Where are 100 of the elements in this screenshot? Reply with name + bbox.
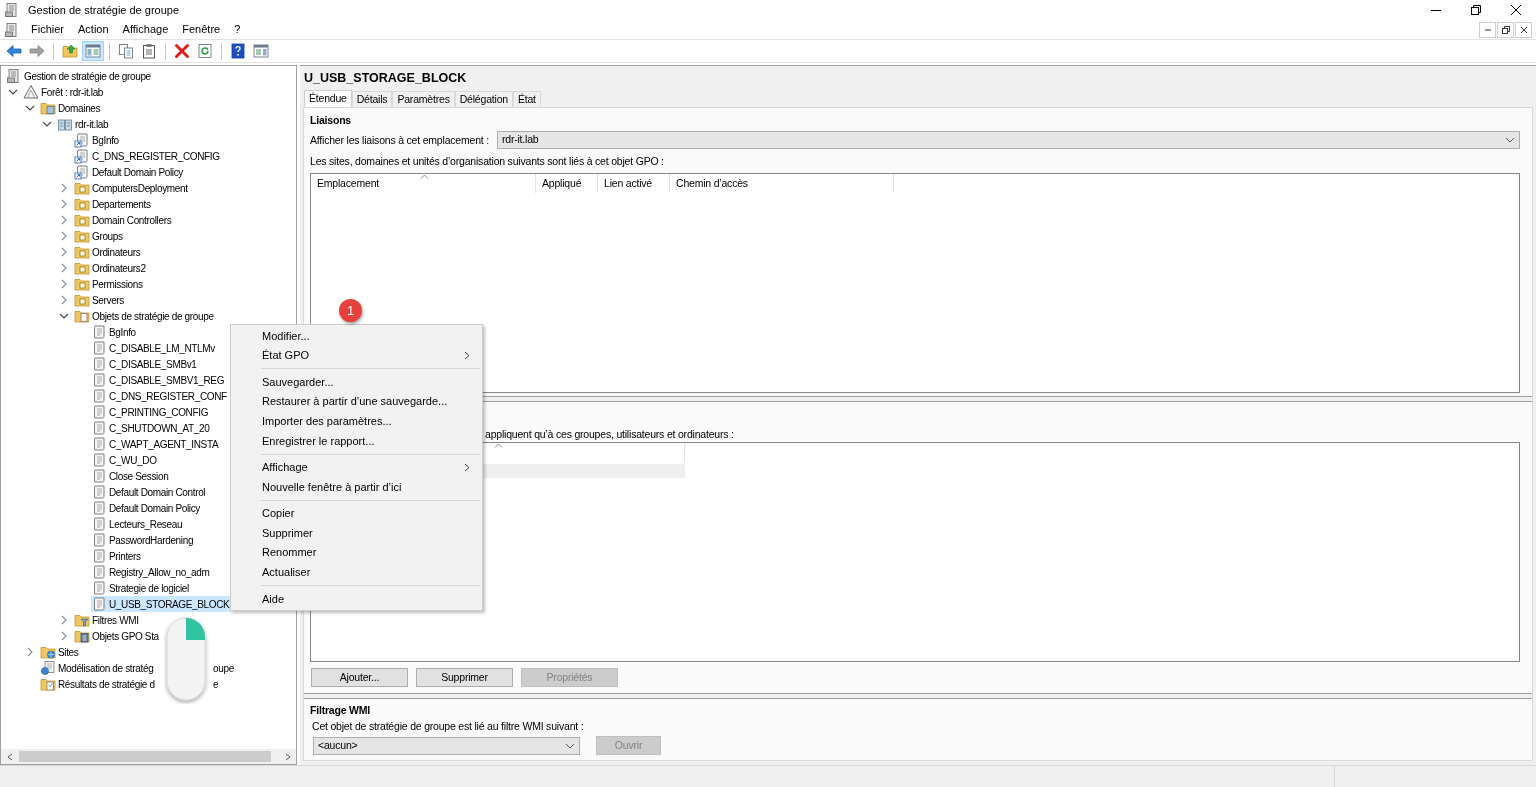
tree-item[interactable]: Default Domain Policy <box>74 164 186 180</box>
scroll-icon <box>91 564 107 580</box>
tree-item[interactable]: Objets de stratégie de groupe <box>74 308 216 324</box>
scroll-right-icon[interactable] <box>283 752 292 761</box>
forward-arrow-icon <box>29 43 45 59</box>
tree-item[interactable]: C_DISABLE_SMBV1_REG <box>91 372 227 388</box>
menu-item[interactable]: Importer des paramètres... <box>233 411 480 431</box>
tree-item[interactable]: Permissions <box>74 276 145 292</box>
menu-item[interactable]: Modifier... <box>233 326 480 346</box>
tree-item[interactable]: C_DNS_REGISTER_CONFIG <box>74 148 222 164</box>
folder-icon <box>74 196 90 212</box>
menu-item[interactable]: Affichage <box>115 21 176 38</box>
menu-item[interactable]: Aide <box>233 589 480 609</box>
tree-item[interactable]: C_DNS_REGISTER_CONF <box>91 388 229 404</box>
triangle-icon <box>23 84 39 100</box>
tab[interactable]: Étendue <box>304 90 352 107</box>
tree-item[interactable]: Groups <box>74 228 125 244</box>
show-tree-button[interactable] <box>82 41 104 61</box>
tree-item[interactable]: Modélisation de stratég <box>40 660 156 676</box>
tree-item[interactable]: Domaines <box>40 100 103 116</box>
tab[interactable]: État <box>512 91 541 107</box>
tree-item[interactable]: C_WU_DO <box>91 452 159 468</box>
menu-item[interactable]: Action <box>71 21 116 38</box>
minimize-icon <box>1484 28 1491 31</box>
tree-item[interactable]: Lecteurs_Reseau <box>91 516 185 532</box>
tree-item[interactable]: BgInfo <box>74 132 121 148</box>
tree-item[interactable]: Gestion de stratégie de groupe <box>6 68 153 84</box>
restore-button[interactable] <box>1497 21 1514 38</box>
tree-item[interactable]: C_PRINTING_CONFIG <box>91 404 211 420</box>
tree-item[interactable]: U_USB_STORAGE_BLOCK <box>91 596 232 612</box>
tree-item[interactable]: Registry_Allow_no_adm <box>91 564 212 580</box>
tree-item[interactable]: Default Domain Policy <box>91 500 203 516</box>
menu-item[interactable]: Fichier <box>24 21 71 38</box>
folder-up-icon <box>62 43 78 59</box>
restore-icon <box>1501 25 1510 34</box>
tree-item[interactable]: Strategie de logiciel <box>91 580 191 596</box>
action-button[interactable]: Ajouter... <box>311 668 408 687</box>
tree-item-text: e <box>213 677 219 692</box>
tree-item[interactable]: Forêt : rdr-it.lab <box>23 84 106 100</box>
scroll-icon <box>91 500 107 516</box>
menu-item[interactable]: Restaurer à partir d’une sauvegarde... <box>233 391 480 412</box>
scroll-icon <box>91 356 107 372</box>
tree-item[interactable]: rdr-it.lab <box>57 116 111 132</box>
tree-item[interactable]: C_DISABLE_LM_NTLMv <box>91 340 217 356</box>
menu-item[interactable]: Affichage <box>233 457 480 478</box>
menu-item[interactable]: Sauvegarder... <box>233 372 480 392</box>
menu-item[interactable]: Actualiser <box>233 562 480 583</box>
tree-item[interactable]: ComputersDeployment <box>74 180 190 196</box>
tree-item[interactable]: Ordinateurs <box>74 244 143 260</box>
tab[interactable]: Délégation <box>454 91 513 107</box>
scroll-icon <box>91 596 107 612</box>
folder-icon <box>74 276 90 292</box>
tree-item[interactable]: Objets GPO Sta <box>74 628 161 644</box>
menu-item[interactable]: Renommer <box>233 542 480 563</box>
server-icon <box>57 116 73 132</box>
tree-item[interactable]: Servers <box>74 292 126 308</box>
menu-item[interactable]: Fenêtre <box>175 21 228 38</box>
tree-item[interactable]: C_WAPT_AGENT_INSTA <box>91 436 221 452</box>
menu-item[interactable]: Enregistrer le rapport... <box>233 430 480 451</box>
menu-item[interactable]: ? <box>227 21 248 38</box>
tree-item[interactable]: Domain Controllers <box>74 212 174 228</box>
wmi-filter-dropdown[interactable]: <aucun> <box>313 736 580 755</box>
scroll-icon <box>91 404 107 420</box>
modeling-icon <box>40 660 56 676</box>
scroll-left-icon[interactable] <box>5 752 14 761</box>
action-button[interactable]: Supprimer <box>416 668 513 687</box>
menu-item[interactable]: Copier <box>233 503 480 524</box>
action-pane-button[interactable] <box>250 41 272 61</box>
location-dropdown[interactable]: rdr-it.lab <box>496 131 1520 149</box>
tree-item[interactable]: Departements <box>74 196 153 212</box>
column-header[interactable]: Appliqué <box>536 174 598 193</box>
tree-item[interactable]: Résultats de stratégie d <box>40 676 157 692</box>
tree-item[interactable]: Ordinateurs2 <box>74 260 148 276</box>
tree-item[interactable]: C_SHUTDOWN_AT_20 <box>91 420 212 436</box>
column-header[interactable]: Lien activé <box>598 174 670 193</box>
tree-item[interactable]: C_DISABLE_SMBv1 <box>91 356 199 372</box>
tree-item[interactable]: Close Session <box>91 468 171 484</box>
console-icon <box>6 68 22 84</box>
tree-item[interactable]: PasswordHardening <box>91 532 196 548</box>
scroll-icon <box>91 420 107 436</box>
menu-item[interactable]: Supprimer <box>233 523 480 543</box>
tab[interactable]: Détails <box>351 91 393 107</box>
tree-item[interactable]: BgInfo <box>91 324 138 340</box>
tab[interactable]: Paramètres <box>392 91 455 107</box>
close-button[interactable] <box>1515 21 1532 38</box>
horizontal-scrollbar[interactable] <box>1 749 296 764</box>
folder-icon <box>74 612 90 628</box>
tree-item[interactable]: Default Domain Control <box>91 484 208 500</box>
description-text: Les sites, domaines et unités d’organisation suivants sont liés à cet objet GPO : <box>310 154 665 169</box>
field-label: Afficher les liaisons à cet emplacement : <box>310 133 489 148</box>
column-header[interactable]: Chemin d’accès <box>670 174 894 193</box>
menu-item[interactable]: Nouvelle fenêtre à partir d’ici <box>233 477 480 497</box>
column-header[interactable]: Emplacement <box>311 174 536 193</box>
menu-item[interactable]: État GPO <box>233 345 480 366</box>
tree-item[interactable]: Filtres WMI <box>74 612 141 628</box>
tree-item[interactable]: Printers <box>91 548 143 564</box>
tree-item[interactable]: Sites <box>40 644 81 660</box>
folder-icon <box>74 180 90 196</box>
folder-icon <box>40 644 56 660</box>
description-text: appliquent qu’à ces groupes, utilisateurs et ordinateurs : <box>485 427 735 442</box>
